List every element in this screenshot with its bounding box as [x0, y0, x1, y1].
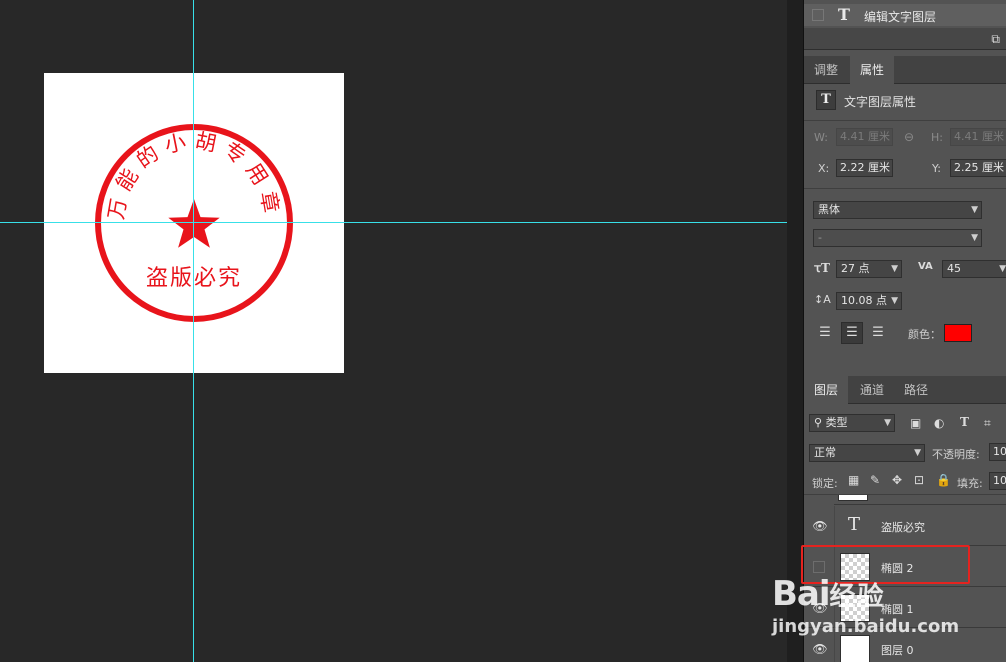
divider: [834, 506, 835, 546]
y-label: Y:: [932, 162, 941, 175]
tab-properties[interactable]: 属性: [850, 56, 895, 84]
tracking-select[interactable]: 45 ▼: [942, 260, 1006, 278]
chevron-down-icon: ▼: [971, 233, 978, 243]
chevron-down-icon: ▼: [914, 448, 921, 458]
chevron-down-icon: ▼: [884, 418, 891, 428]
lock-position-icon[interactable]: ✥: [892, 473, 902, 487]
text-color-swatch[interactable]: [944, 324, 972, 342]
y-field[interactable]: 2.25 厘米: [950, 159, 1006, 177]
font-style-select[interactable]: - ▼: [813, 229, 982, 247]
tracking-icon: VA: [918, 261, 933, 272]
divider: [804, 120, 1006, 121]
x-label: X:: [818, 162, 830, 175]
seal-graphic: 万能的小胡专用章 盗版必究: [95, 124, 293, 322]
vertical-guide[interactable]: [193, 0, 194, 662]
lock-all-icon[interactable]: 🔒: [936, 473, 951, 487]
lock-transparent-icon[interactable]: ▦: [848, 473, 859, 487]
font-family-value: 黑体: [818, 203, 840, 216]
chevron-down-icon: ▼: [891, 296, 898, 306]
layer-row[interactable]: 👁 T 盗版必究: [804, 506, 1006, 546]
horizontal-guide[interactable]: [0, 222, 787, 223]
height-label: H:: [931, 131, 943, 144]
chevron-down-icon: ▼: [971, 205, 978, 215]
layers-tabbar: 图层 通道 路径: [804, 376, 1006, 404]
history-item[interactable]: T 编辑文字图层: [804, 4, 1006, 26]
history-footer: ⧉: [804, 28, 1006, 50]
seal-bottom-text: 盗版必究: [146, 266, 242, 291]
filter-type-icon[interactable]: T: [960, 415, 969, 429]
watermark-logo-cn: 经验: [829, 582, 886, 612]
properties-tabbar: 调整 属性: [804, 56, 1006, 84]
watermark-logo: Bai经验: [772, 574, 886, 614]
leading-select[interactable]: 10.08 点 ▼: [836, 292, 902, 310]
watermark-url: jingyan.baidu.com: [772, 616, 960, 637]
color-label: 颜色：: [908, 328, 941, 341]
tab-paths[interactable]: 路径: [894, 376, 938, 404]
filter-adjustment-icon[interactable]: ◐: [934, 416, 944, 430]
layer-row-partial: [834, 495, 1006, 505]
fill-field[interactable]: 100%: [989, 472, 1006, 490]
height-field[interactable]: 4.41 厘米: [950, 128, 1006, 146]
properties-header-label: 文字图层属性: [844, 95, 917, 109]
chevron-down-icon: ▼: [891, 264, 898, 274]
filter-pixel-icon[interactable]: ▣: [910, 416, 921, 430]
layer-name[interactable]: 盗版必究: [881, 519, 925, 535]
leading-value: 10.08 点: [841, 294, 887, 307]
layer-filter-value: 类型: [825, 416, 848, 429]
opacity-label: 不透明度:: [932, 448, 980, 461]
fill-label: 填充:: [957, 477, 983, 490]
history-snapshot-checkbox[interactable]: [812, 9, 824, 21]
font-size-select[interactable]: 27 点 ▼: [836, 260, 902, 278]
text-layer-icon: T: [816, 90, 836, 110]
chevron-down-icon: ▼: [999, 264, 1006, 274]
lock-label: 锁定:: [812, 477, 838, 490]
layer-filter-select[interactable]: ⚲ 类型 ▼: [809, 414, 895, 432]
tab-adjustments[interactable]: 调整: [804, 56, 848, 84]
opacity-field[interactable]: 100%: [989, 443, 1006, 461]
font-size-value: 27 点: [841, 262, 870, 275]
tab-layers[interactable]: 图层: [804, 376, 849, 404]
font-size-icon: ꚍT: [814, 261, 830, 275]
align-center-button[interactable]: ☰: [841, 322, 863, 344]
filter-shape-icon[interactable]: ⌗: [984, 416, 991, 431]
link-icon[interactable]: ⊖: [904, 130, 914, 144]
document-canvas[interactable]: 万能的小胡专用章 盗版必究: [44, 73, 344, 373]
eye-icon[interactable]: 👁: [812, 519, 828, 533]
watermark: Bai经验 jingyan.baidu.com: [772, 574, 1006, 662]
tracking-value: 45: [947, 262, 961, 275]
width-field[interactable]: 4.41 厘米: [836, 128, 893, 146]
align-right-button[interactable]: ☰: [867, 322, 889, 344]
leading-icon: ↕A: [814, 293, 831, 306]
align-left-button[interactable]: ☰: [814, 322, 836, 344]
history-item-label: 编辑文字图层: [864, 10, 937, 24]
lock-brush-icon[interactable]: ✎: [870, 473, 880, 487]
lock-artboard-icon[interactable]: ⊡: [914, 473, 924, 487]
new-document-from-state-icon[interactable]: ⧉: [991, 32, 1000, 47]
font-family-select[interactable]: 黑体 ▼: [813, 201, 982, 219]
watermark-logo-latin: Bai: [772, 574, 831, 614]
tab-channels[interactable]: 通道: [850, 376, 894, 404]
canvas-area[interactable]: 万能的小胡专用章 盗版必究: [0, 0, 787, 662]
font-style-value: -: [818, 231, 822, 244]
search-icon: ⚲: [814, 416, 826, 429]
x-field[interactable]: 2.22 厘米: [836, 159, 893, 177]
divider: [804, 188, 1006, 189]
width-label: W:: [814, 131, 828, 144]
blend-mode-select[interactable]: 正常 ▼: [809, 444, 925, 462]
seal-star: [168, 199, 220, 248]
layer-thumbnail-partial: [838, 495, 868, 501]
properties-header: T 文字图层属性: [804, 84, 1006, 118]
text-tool-icon: T: [838, 5, 850, 24]
blend-mode-value: 正常: [814, 446, 836, 459]
text-layer-icon: T: [848, 514, 861, 535]
